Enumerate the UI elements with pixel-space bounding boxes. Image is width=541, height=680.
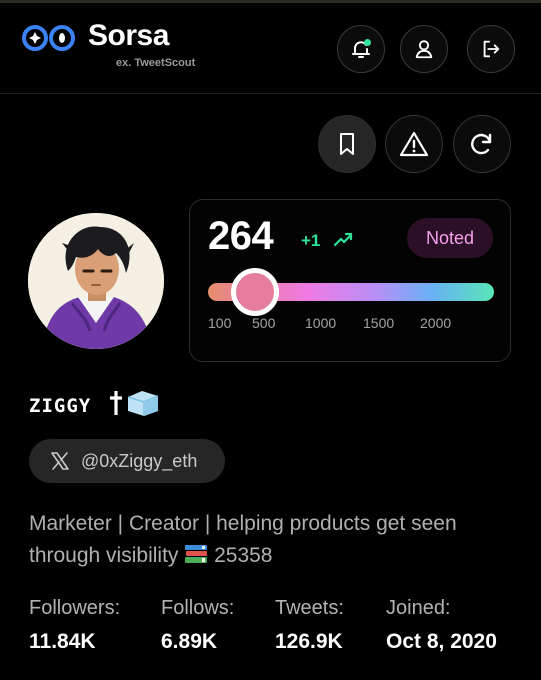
warning-icon	[399, 131, 429, 157]
x-handle-link[interactable]: @0xZiggy_eth	[29, 439, 225, 483]
books-emoji-icon	[185, 545, 208, 563]
brand-name[interactable]: Sorsa	[88, 19, 169, 53]
status-badge: Noted	[407, 218, 493, 258]
avatar-image	[28, 213, 164, 349]
notification-bell-icon	[352, 39, 371, 58]
score-tick-label: 2000	[420, 315, 452, 331]
bio-line: through visibility 25358	[29, 540, 509, 572]
follows-label: Follows:	[161, 597, 235, 619]
bookmark-button[interactable]	[318, 115, 376, 173]
followers-label: Followers:	[29, 597, 121, 619]
report-button[interactable]	[385, 115, 443, 173]
x-handle-text: @0xZiggy_eth	[81, 451, 198, 471]
score-card: 264 +1 Noted 100 500 1000 1500 2000	[189, 199, 511, 362]
trend-up-icon	[333, 232, 353, 247]
score-tick-label: 1000	[305, 315, 337, 331]
avatar	[28, 213, 164, 349]
tweets-label: Tweets:	[275, 597, 344, 619]
score-delta: +1	[301, 231, 321, 250]
follows-value: 6.89K	[161, 630, 218, 653]
score-value: 264	[208, 214, 274, 258]
notifications-button[interactable]	[337, 25, 385, 73]
score-tick-label: 100	[208, 315, 232, 331]
bookmark-icon	[340, 133, 354, 155]
cross-ice-emoji-icon	[110, 391, 159, 416]
brand-subtitle: ex. TweetScout	[116, 57, 196, 69]
tweets-value: 126.9K	[275, 630, 343, 653]
bio-line: Marketer | Creator | helping products ge…	[29, 512, 457, 535]
logout-icon	[483, 40, 500, 58]
joined-label: Joined:	[386, 597, 451, 619]
app-header: Sorsa ex. TweetScout	[0, 3, 541, 94]
followers-value: 11.84K	[29, 630, 96, 653]
joined-value: Oct 8, 2020	[386, 630, 497, 653]
profile-button[interactable]	[400, 25, 448, 73]
score-slider-thumb	[231, 268, 279, 316]
refresh-button[interactable]	[453, 115, 511, 173]
user-icon	[415, 40, 433, 59]
refresh-icon	[471, 133, 492, 155]
sorsa-logo-icon	[22, 25, 75, 51]
bio-text: through visibility	[29, 544, 179, 567]
score-tick-label: 1500	[363, 315, 395, 331]
profile-bio: Marketer | Creator | helping products ge…	[29, 508, 509, 572]
display-name: ZIGGY	[29, 395, 92, 417]
x-logo-icon	[51, 452, 69, 470]
bio-text: 25358	[214, 544, 273, 567]
logout-button[interactable]	[467, 25, 515, 73]
score-tick-label: 500	[252, 315, 276, 331]
